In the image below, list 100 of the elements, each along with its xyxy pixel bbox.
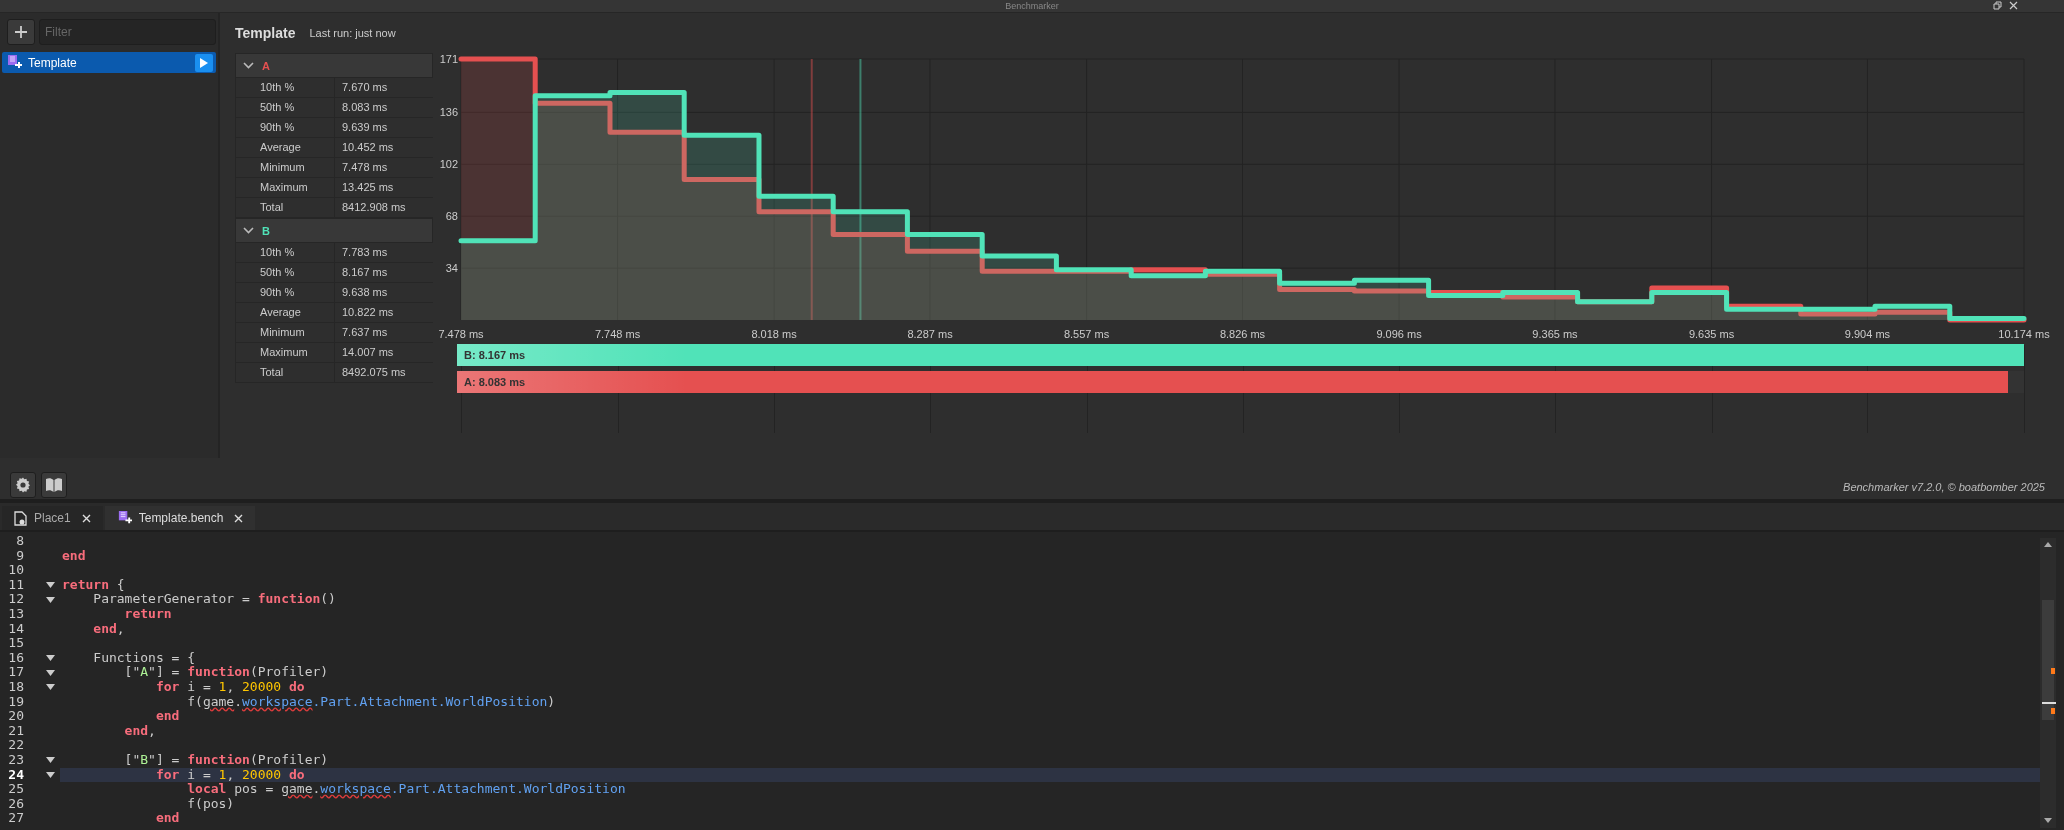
- fold-arrow-icon[interactable]: [45, 669, 55, 676]
- fold-arrow-icon[interactable]: [45, 771, 55, 778]
- table-cell-text: 13.425 ms: [341, 180, 395, 195]
- line-number: 19: [7, 694, 25, 710]
- table-cell: Maximum: [235, 343, 335, 362]
- x-axis-label: 7.748 ms: [594, 328, 641, 340]
- x-axis-label: 9.635 ms: [1688, 328, 1735, 340]
- table-cell: 10th %: [235, 243, 335, 262]
- line-number: 18: [7, 679, 25, 695]
- fold-arrow-icon[interactable]: [45, 596, 55, 603]
- code-line: ["B"] = function(Profiler): [123, 752, 330, 768]
- group-header[interactable]: B: [235, 218, 433, 243]
- code-line: end,: [92, 621, 126, 637]
- y-axis-label: 102: [439, 158, 458, 171]
- line-number: 13: [7, 606, 25, 622]
- line-number: 17: [7, 665, 25, 680]
- document-icon: [116, 510, 132, 526]
- y-axis-label: 136: [439, 106, 458, 119]
- version-credit: Benchmarker v7.2.0, © boatbomber 2025: [1843, 481, 2045, 493]
- line-number: 25: [7, 782, 25, 797]
- x-axis-label: 10.174 ms: [1998, 328, 2050, 340]
- fold-arrow-icon[interactable]: [45, 655, 55, 662]
- x-axis-label: 9.365 ms: [1532, 328, 1578, 340]
- editor-tab[interactable]: Template.bench: [104, 506, 256, 530]
- close-icon[interactable]: [234, 513, 244, 523]
- x-axis-label: 8.557 ms: [1063, 328, 1110, 340]
- code-line: ParameterGenerator = function(): [92, 592, 337, 607]
- line-number: 23: [7, 752, 25, 768]
- code-line: ["A"] = function(Profiler): [123, 665, 330, 680]
- table-cell: 90th %: [235, 283, 335, 302]
- x-axis-label: 7.478 ms: [438, 328, 484, 340]
- y-axis-label: 68: [445, 210, 458, 223]
- median-label: B: 8.167 ms: [464, 348, 526, 363]
- line-number: 15: [7, 636, 25, 651]
- line-number: 9: [15, 548, 25, 564]
- settings-icon: [15, 477, 31, 493]
- line-number: 16: [7, 650, 25, 666]
- plus-icon: [14, 25, 28, 39]
- code-line: end: [154, 709, 181, 724]
- last-run-text: Last run: just now: [309, 27, 396, 39]
- scrollbar-drawing[interactable]: [2040, 538, 2056, 828]
- fold-arrow-icon[interactable]: [45, 757, 55, 764]
- table-cell-text: 14.007 ms: [341, 345, 395, 360]
- table-cell: Maximum: [235, 178, 335, 197]
- table-cell-text: 7.783 ms: [341, 245, 389, 260]
- table-cell: Total: [235, 198, 335, 217]
- page-title: Template: [235, 25, 296, 41]
- line-number: 20: [7, 709, 25, 724]
- add-button[interactable]: [7, 19, 35, 45]
- close-icon[interactable]: [81, 513, 91, 523]
- line-number: 14: [7, 621, 25, 637]
- restore-icon[interactable]: [1993, 1, 2002, 10]
- line-number: 11: [7, 577, 25, 593]
- settings-button[interactable]: [10, 472, 36, 498]
- book-icon: [45, 477, 63, 493]
- x-axis-label: 9.904 ms: [1844, 328, 1891, 340]
- code-line: f(game.workspace.Part.Attachment.WorldPosition): [186, 694, 557, 710]
- x-axis-label: 9.096 ms: [1376, 328, 1422, 340]
- code-line: f(pos): [186, 796, 235, 812]
- x-axis-label: 8.018 ms: [751, 328, 797, 340]
- line-number: 21: [7, 723, 25, 739]
- table-cell: Minimum: [235, 158, 335, 177]
- chevron-icon: [243, 227, 254, 234]
- x-axis-label: 8.826 ms: [1219, 328, 1266, 340]
- docs-button[interactable]: [41, 472, 67, 498]
- table-cell: Minimum: [235, 323, 335, 342]
- table-cell: Average: [235, 138, 335, 157]
- table-cell: 50th %: [235, 263, 335, 282]
- table-cell-text: 10.822 ms: [341, 305, 395, 320]
- table-cell-text: 7.670 ms: [341, 80, 389, 95]
- line-number: 12: [7, 592, 25, 607]
- table-cell-text: 8.167 ms: [341, 265, 389, 280]
- fold-arrow-icon[interactable]: [45, 582, 55, 589]
- document-icon: [6, 54, 22, 71]
- editor-tab[interactable]: Place1: [2, 506, 103, 530]
- play-icon: [200, 57, 208, 68]
- close-icon[interactable]: [2009, 1, 2018, 10]
- code-line: end,: [123, 723, 157, 739]
- code-line: Functions = {: [92, 650, 197, 666]
- line-number: 26: [7, 796, 25, 812]
- line-number: 10: [7, 563, 25, 578]
- code-line: end: [61, 548, 87, 564]
- line-number: 27: [7, 811, 25, 826]
- table-cell-text: 7.478 ms: [341, 160, 389, 175]
- table-cell-text: 8412.908 ms: [341, 200, 407, 215]
- filter-field[interactable]: Filter: [39, 19, 216, 45]
- chevron-icon: [243, 62, 254, 69]
- table-cell-text: 8.083 ms: [341, 100, 389, 115]
- table-cell: Total: [235, 363, 335, 382]
- run-button[interactable]: [195, 53, 213, 72]
- median-label: A: 8.083 ms: [464, 375, 526, 390]
- table-cell-text: 9.638 ms: [341, 285, 389, 300]
- code-line: local pos = game.workspace.Part.Attachment.WorldPosition: [186, 782, 627, 797]
- table-cell: 10th %: [235, 78, 335, 97]
- code-line: for i = 1, 20000 do: [154, 679, 306, 695]
- document-icon: [14, 510, 27, 526]
- code-line: return {: [61, 577, 126, 593]
- line-number: 24: [7, 767, 25, 783]
- sidebar-item[interactable]: Template: [2, 52, 216, 73]
- fold-arrow-icon[interactable]: [45, 684, 55, 691]
